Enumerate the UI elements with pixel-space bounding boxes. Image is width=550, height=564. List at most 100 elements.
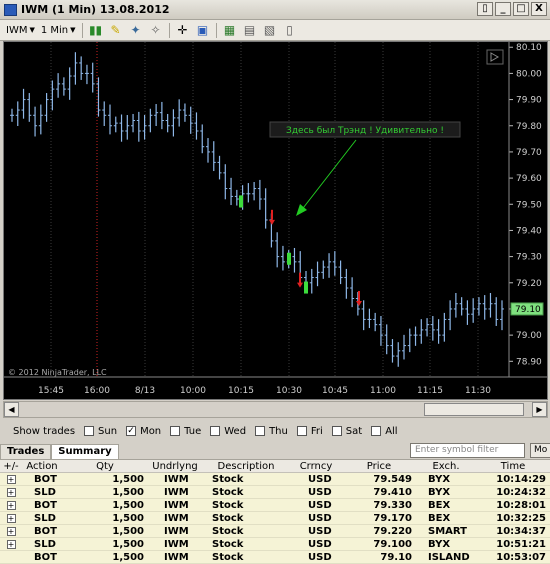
cell-description: Stock bbox=[212, 512, 244, 524]
day-checkbox-fri[interactable]: Fri bbox=[296, 426, 323, 437]
col-header-qty[interactable]: Qty bbox=[62, 460, 148, 473]
day-checkbox-sun[interactable]: Sun bbox=[84, 426, 117, 437]
x-tick-label: 16:00 bbox=[84, 386, 110, 396]
expand-toggle[interactable]: + bbox=[0, 525, 22, 538]
day-checkbox-wed[interactable]: Wed bbox=[210, 426, 246, 437]
more-button[interactable]: Mo bbox=[530, 443, 550, 458]
sell-marker bbox=[299, 272, 301, 283]
expand-toggle[interactable]: + bbox=[0, 486, 22, 499]
sell-marker bbox=[358, 290, 360, 301]
expand-toggle[interactable]: + bbox=[0, 538, 22, 551]
instrument-selector[interactable]: IWM ▼ bbox=[6, 25, 35, 36]
close-button[interactable]: X bbox=[531, 2, 547, 16]
expand-plus-icon[interactable]: + bbox=[6, 500, 16, 510]
toolbar: IWM ▼ 1 Min ▼ ▮▮ ✎ ✦ ✧ ✛ ▣ ▦ ▤ ▧ ▯ bbox=[0, 20, 550, 41]
cell-exchange: SMART bbox=[428, 525, 467, 537]
x-tick-label: 11:30 bbox=[465, 386, 491, 396]
y-tick-label: 79.80 bbox=[516, 122, 542, 132]
day-checkbox-thu[interactable]: Thu bbox=[255, 426, 288, 437]
table-row[interactable]: BOT 1,500 IWM Stock USD 79.10 ISLAND 10:53:07 bbox=[0, 551, 550, 564]
minimize-button[interactable]: _ bbox=[495, 2, 511, 16]
chart-scrollbar[interactable]: ◀ ▶ bbox=[3, 401, 548, 418]
day-checkbox-tue[interactable]: Tue bbox=[170, 426, 201, 437]
cell-action: BOT bbox=[34, 525, 57, 537]
grid-header: +/- Action Qty Undrlyng Description Crrn… bbox=[0, 460, 550, 473]
cell-qty: 1,500 bbox=[112, 499, 144, 511]
expand-toggle[interactable]: + bbox=[0, 473, 22, 486]
crosshair-icon[interactable]: ✛ bbox=[176, 23, 190, 37]
day-label: Tue bbox=[184, 425, 202, 437]
magnifier-icon[interactable]: ▣ bbox=[196, 23, 210, 37]
y-tick-label: 80.00 bbox=[516, 69, 542, 79]
indicators-icon[interactable]: ▦ bbox=[223, 23, 237, 37]
cell-qty: 1,500 bbox=[112, 551, 144, 563]
chart-canvas[interactable]: 15:45 16:00 8/13 10:00 10:15 10:30 10:45 11:00 1… bbox=[4, 42, 547, 399]
table-row[interactable]: + SLD 1,500 IWM Stock USD 79.410 BYX 10:24:32 bbox=[0, 486, 550, 499]
col-header-time[interactable]: Time bbox=[476, 460, 550, 473]
checkbox-box[interactable] bbox=[210, 426, 221, 436]
data-box-icon[interactable]: ▯ bbox=[283, 23, 297, 37]
col-header-action[interactable]: Action bbox=[22, 460, 62, 473]
day-checkbox-mon[interactable]: ✓ Mon bbox=[126, 426, 161, 437]
x-tick-label: 15:45 bbox=[38, 386, 64, 396]
table-row[interactable]: + BOT 1,500 IWM Stock USD 79.549 BYX 10:14:29 bbox=[0, 473, 550, 486]
cell-exchange: BEX bbox=[428, 512, 451, 524]
copyright-text: © 2012 NinjaTrader, LLC bbox=[8, 368, 107, 377]
restore-button[interactable]: ▯ bbox=[477, 2, 493, 16]
price-chart[interactable]: 15:45 16:00 8/13 10:00 10:15 10:30 10:45 11:00 1… bbox=[3, 41, 548, 400]
cell-qty: 1,500 bbox=[112, 525, 144, 537]
zoom-icon[interactable]: ✧ bbox=[149, 23, 163, 37]
symbol-filter-input[interactable]: Enter symbol filter bbox=[410, 443, 525, 458]
expand-plus-icon[interactable]: + bbox=[6, 513, 16, 523]
interval-selector[interactable]: 1 Min ▼ bbox=[41, 25, 76, 36]
day-checkbox-all[interactable]: All bbox=[371, 426, 398, 437]
bars-icon[interactable]: ▮▮ bbox=[89, 23, 103, 37]
cell-action: BOT bbox=[34, 551, 57, 563]
expand-plus-icon[interactable]: + bbox=[6, 526, 16, 536]
col-header-currency[interactable]: Crrncy bbox=[290, 460, 342, 473]
annotation-arrow bbox=[299, 139, 357, 213]
table-row[interactable]: + SLD 1,500 IWM Stock USD 79.170 BEX 10:32:25 bbox=[0, 512, 550, 525]
scroll-thumb[interactable] bbox=[424, 403, 524, 416]
table-row[interactable]: + BOT 1,500 IWM Stock USD 79.330 BEX 10:28:01 bbox=[0, 499, 550, 512]
chevron-down-icon: ▼ bbox=[70, 26, 76, 34]
expand-plus-icon[interactable]: + bbox=[6, 487, 16, 497]
tab-trades[interactable]: Trades bbox=[0, 444, 52, 459]
cell-price: 79.10 bbox=[380, 551, 412, 563]
checkbox-box[interactable] bbox=[170, 426, 181, 436]
col-header-price[interactable]: Price bbox=[342, 460, 416, 473]
x-tick-label: 10:45 bbox=[322, 386, 348, 396]
col-header-description[interactable]: Description bbox=[202, 460, 290, 473]
scroll-right-button[interactable]: ▶ bbox=[532, 402, 547, 417]
strategies-icon[interactable]: ▤ bbox=[243, 23, 257, 37]
expand-plus-icon[interactable]: + bbox=[6, 539, 16, 549]
x-tick-label: 8/13 bbox=[135, 386, 155, 396]
y-tick-label: 79.70 bbox=[516, 148, 542, 158]
cell-currency: USD bbox=[308, 499, 332, 511]
cell-qty: 1,500 bbox=[112, 538, 144, 550]
checkbox-box[interactable]: ✓ bbox=[126, 426, 137, 436]
checkbox-box[interactable] bbox=[371, 426, 382, 436]
chevron-down-icon: ▼ bbox=[29, 26, 35, 34]
y-tick-label: 79.20 bbox=[516, 279, 542, 289]
maximize-button[interactable]: □ bbox=[513, 2, 529, 16]
checkbox-box[interactable] bbox=[84, 426, 95, 436]
checkbox-box[interactable] bbox=[296, 426, 307, 436]
checkbox-box[interactable] bbox=[255, 426, 266, 436]
col-header-exchange[interactable]: Exch. bbox=[416, 460, 476, 473]
expand-toggle[interactable]: + bbox=[0, 499, 22, 512]
table-row[interactable]: + SLD 1,500 IWM Stock USD 79.100 BYX 10:51:21 bbox=[0, 538, 550, 551]
expand-plus-icon[interactable]: + bbox=[6, 474, 16, 484]
col-header-underlying[interactable]: Undrlyng bbox=[148, 460, 202, 473]
day-checkbox-sat[interactable]: Sat bbox=[331, 426, 362, 437]
tab-summary[interactable]: Summary bbox=[51, 444, 119, 459]
cell-time: 10:14:29 bbox=[496, 473, 546, 485]
expand-toggle[interactable]: + bbox=[0, 512, 22, 525]
drawing-tools-icon[interactable]: ✦ bbox=[129, 23, 143, 37]
chart-properties-icon[interactable]: ▧ bbox=[263, 23, 277, 37]
col-header-expand[interactable]: +/- bbox=[0, 460, 22, 473]
table-row[interactable]: + BOT 1,500 IWM Stock USD 79.220 SMART 10:34:37 bbox=[0, 525, 550, 538]
scroll-left-button[interactable]: ◀ bbox=[4, 402, 19, 417]
checkbox-box[interactable] bbox=[331, 426, 342, 436]
pencil-icon[interactable]: ✎ bbox=[109, 23, 123, 37]
